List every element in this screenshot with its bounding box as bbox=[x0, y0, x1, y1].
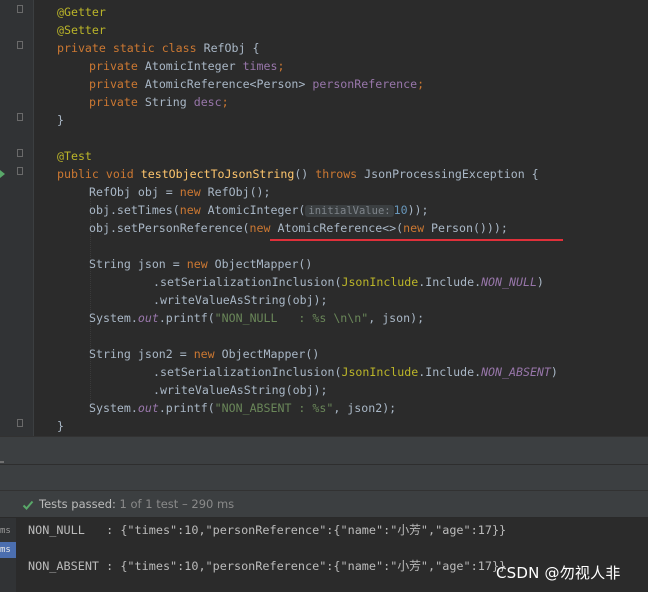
watermark: CSDN @勿视人非 bbox=[496, 564, 621, 582]
fold-marker[interactable] bbox=[17, 41, 23, 49]
splitter-handle[interactable] bbox=[0, 461, 4, 463]
code-line: obj.setTimes(new AtomicInteger(initialVa… bbox=[89, 203, 429, 217]
panel-splitter[interactable] bbox=[0, 436, 648, 464]
code-line: System.out.printf("NON_ABSENT : %s", jso… bbox=[89, 401, 397, 415]
code-line: private AtomicInteger times; bbox=[89, 59, 285, 73]
fold-marker[interactable] bbox=[17, 167, 23, 175]
run-test-icon[interactable] bbox=[0, 170, 5, 178]
code-line: @Getter bbox=[57, 5, 106, 19]
console-line: NON_NULL : {"times":10,"personReference"… bbox=[28, 523, 507, 537]
code-line: .setSerializationInclusion(JsonInclude.I… bbox=[153, 275, 544, 289]
test-duration-label-selected[interactable]: ms bbox=[0, 542, 16, 558]
editor-gutter bbox=[0, 0, 34, 436]
parameter-hint: initialValue: bbox=[305, 205, 394, 217]
code-line: private static class RefObj { bbox=[57, 41, 260, 55]
code-line: String json = new ObjectMapper() bbox=[89, 257, 313, 271]
tests-passed-text: Tests passed: 1 of 1 test – 290 ms bbox=[39, 497, 235, 511]
fold-marker[interactable] bbox=[17, 113, 23, 121]
code-line: System.out.printf("NON_NULL : %s \n\n", … bbox=[89, 311, 425, 325]
console-line: NON_ABSENT : {"times":10,"personReferenc… bbox=[28, 559, 507, 573]
run-toolbar bbox=[0, 464, 648, 490]
code-line: obj.setPersonReference(new AtomicReferen… bbox=[89, 221, 508, 235]
code-line: private AtomicReference<Person> personRe… bbox=[89, 77, 425, 91]
code-line: .writeValueAsString(obj); bbox=[153, 383, 328, 397]
fold-marker[interactable] bbox=[17, 5, 23, 13]
code-line: } bbox=[57, 419, 64, 433]
code-line: public void testObjectToJsonString() thr… bbox=[57, 167, 539, 181]
code-line: .setSerializationInclusion(JsonInclude.I… bbox=[153, 365, 558, 379]
console-gutter: ms ms bbox=[0, 518, 16, 592]
code-line: String json2 = new ObjectMapper() bbox=[89, 347, 320, 361]
code-line: RefObj obj = new RefObj(); bbox=[89, 185, 271, 199]
test-duration-label[interactable]: ms bbox=[0, 523, 16, 539]
fold-marker[interactable] bbox=[17, 419, 23, 427]
check-icon bbox=[22, 500, 34, 510]
code-line: @Test bbox=[57, 149, 92, 163]
code-line: @Setter bbox=[57, 23, 106, 37]
error-underline bbox=[270, 239, 563, 241]
test-status-bar: Tests passed: 1 of 1 test – 290 ms bbox=[0, 490, 648, 518]
code-line: private String desc; bbox=[89, 95, 229, 109]
code-line: } bbox=[57, 113, 64, 127]
code-line: .writeValueAsString(obj); bbox=[153, 293, 328, 307]
code-editor[interactable]: @Getter @Setter private static class Ref… bbox=[0, 0, 648, 436]
fold-marker[interactable] bbox=[17, 149, 23, 157]
